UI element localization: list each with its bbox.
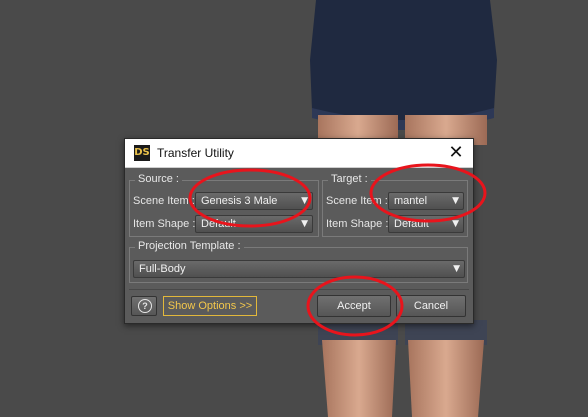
source-scene-item-label: Scene Item : [133, 195, 195, 207]
source-item-shape-value: Default [201, 218, 236, 230]
chevron-down-icon: ▼ [301, 219, 308, 229]
projection-template-value: Full-Body [139, 263, 186, 275]
cancel-button[interactable]: Cancel [396, 295, 466, 317]
dialog-titlebar[interactable]: DS Transfer Utility ✕ [125, 139, 473, 168]
source-item-shape-dropdown[interactable]: Default ▼ [195, 215, 313, 233]
chevron-down-icon: ▼ [452, 196, 459, 206]
help-button[interactable]: ? [131, 296, 157, 316]
target-item-shape-label: Item Shape : [326, 218, 389, 230]
projection-template-label: Projection Template : [135, 240, 244, 252]
source-scene-item-dropdown[interactable]: Genesis 3 Male ▼ [195, 192, 313, 210]
target-item-shape-value: Default [394, 218, 429, 230]
accept-button[interactable]: Accept [317, 295, 391, 317]
transfer-utility-dialog: DS Transfer Utility ✕ Source : Scene Ite… [124, 138, 474, 324]
dialog-title: Transfer Utility [157, 146, 234, 160]
source-item-shape-label: Item Shape : [133, 218, 196, 230]
source-scene-item-value: Genesis 3 Male [201, 195, 278, 207]
chevron-down-icon: ▼ [453, 264, 460, 274]
target-scene-item-label: Scene Item : [326, 195, 388, 207]
chevron-down-icon: ▼ [301, 196, 308, 206]
show-options-button[interactable]: Show Options >> [163, 296, 257, 316]
projection-template-dropdown[interactable]: Full-Body ▼ [133, 260, 465, 278]
target-group-label: Target : [328, 173, 371, 185]
close-icon[interactable]: ✕ [445, 142, 467, 164]
target-scene-item-value: mantel [394, 195, 428, 207]
source-group-label: Source : [135, 173, 182, 185]
target-scene-item-dropdown[interactable]: mantel ▼ [388, 192, 464, 210]
question-mark-icon: ? [138, 299, 152, 313]
chevron-down-icon: ▼ [452, 219, 459, 229]
daz-studio-logo-icon: DS [134, 145, 150, 161]
divider [129, 289, 469, 290]
target-item-shape-dropdown[interactable]: Default ▼ [388, 215, 464, 233]
